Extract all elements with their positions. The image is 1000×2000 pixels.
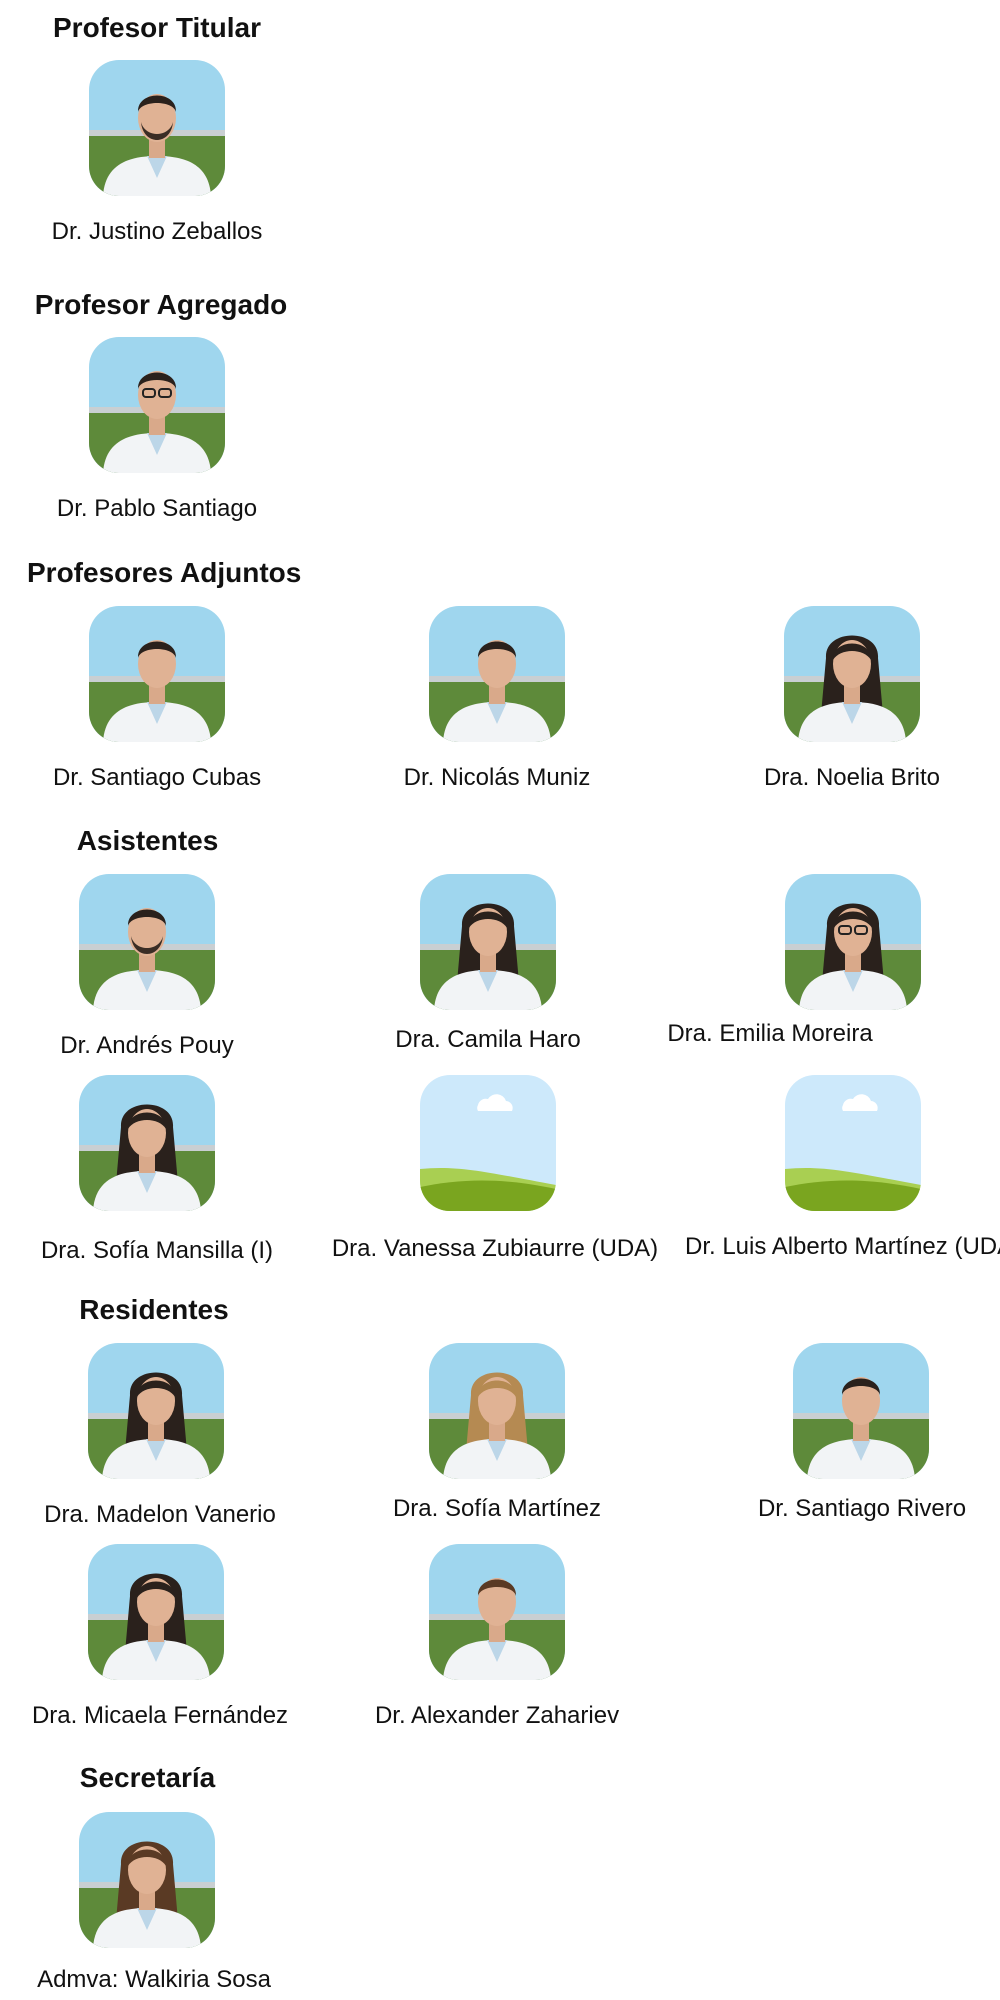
section-heading-asistentes: Asistentes xyxy=(76,825,219,856)
staff-photo xyxy=(79,1812,215,1948)
section-heading-profesor-titular: Profesor Titular xyxy=(53,12,261,43)
staff-name: Dr. Justino Zeballos xyxy=(51,218,263,245)
staff-photo-image xyxy=(79,874,215,1010)
staff-card: Dr. Nicolás Muniz xyxy=(404,606,590,791)
staff-photo-image xyxy=(420,874,556,1010)
staff-name: Dr. Alexander Zahariev xyxy=(374,1702,620,1729)
staff-name: Dra. Emilia Moreira xyxy=(667,1020,873,1047)
staff-photo-image xyxy=(79,1075,215,1211)
staff-card: Dr. Justino Zeballos xyxy=(52,60,262,245)
staff-photo xyxy=(785,874,921,1010)
staff-photo-image xyxy=(89,60,225,196)
staff-photo xyxy=(429,606,565,742)
staff-photo xyxy=(89,60,225,196)
staff-photo xyxy=(420,874,556,1010)
staff-name: Dr. Pablo Santiago xyxy=(56,495,258,522)
staff-photo xyxy=(785,1075,921,1211)
staff-photo-image xyxy=(88,1343,224,1479)
staff-photo-image xyxy=(793,1343,929,1479)
section-heading-profesor-agregado: Profesor Agregado xyxy=(34,289,288,320)
staff-card: Dra. Noelia Brito xyxy=(764,606,940,791)
staff-photo-image xyxy=(420,1075,556,1211)
staff-photo xyxy=(89,337,225,473)
staff-card: Dr. Santiago Rivero xyxy=(758,1343,966,1522)
staff-photo-image xyxy=(785,1075,921,1211)
staff-card: Dr. Santiago Cubas xyxy=(53,606,261,791)
staff-photo-image xyxy=(88,1544,224,1680)
staff-photo xyxy=(784,606,920,742)
staff-photo-image xyxy=(429,1343,565,1479)
staff-photo-image xyxy=(785,874,921,1010)
staff-card: Dra. Emilia Moreira xyxy=(667,874,921,1047)
staff-photo xyxy=(88,1343,224,1479)
staff-card: Dr. Luis Alberto Martínez (UDA) xyxy=(685,1075,1000,1260)
staff-card: Dra. Vanessa Zubiaurre (UDA) xyxy=(332,1075,658,1262)
staff-photo-image xyxy=(429,606,565,742)
staff-photo-image xyxy=(89,606,225,742)
staff-photo xyxy=(88,1544,224,1680)
section-heading-secretaria: Secretaría xyxy=(79,1762,216,1793)
section-heading-profesores-adjuntos: Profesores Adjuntos xyxy=(27,557,302,588)
staff-card: Admva: Walkiria Sosa xyxy=(37,1812,271,1993)
staff-card: Dr. Andrés Pouy xyxy=(60,874,234,1059)
staff-photo-image xyxy=(429,1544,565,1680)
staff-name: Dra. Noelia Brito xyxy=(763,764,941,791)
staff-card: Dra. Sofía Martínez xyxy=(393,1343,601,1522)
staff-photo xyxy=(79,874,215,1010)
staff-photo xyxy=(793,1343,929,1479)
staff-photo xyxy=(79,1075,215,1211)
staff-card: Dra. Madelon Vanerio xyxy=(44,1343,276,1528)
staff-name: Admva: Walkiria Sosa xyxy=(37,1966,271,1993)
staff-card: Dr. Pablo Santiago xyxy=(57,337,257,522)
staff-photo xyxy=(429,1544,565,1680)
staff-photo-image xyxy=(79,1812,215,1948)
staff-photo xyxy=(89,606,225,742)
staff-card: Dr. Alexander Zahariev xyxy=(375,1544,619,1729)
staff-photo xyxy=(429,1343,565,1479)
section-heading-residentes: Residentes xyxy=(79,1294,229,1325)
staff-photo-image xyxy=(89,337,225,473)
staff-name: Dr. Santiago Rivero xyxy=(757,1495,967,1522)
staff-name: Dr. Luis Alberto Martínez (UDA) xyxy=(685,1233,1000,1260)
staff-card: Dra. Camila Haro xyxy=(395,874,581,1053)
staff-photo-image xyxy=(784,606,920,742)
staff-photo xyxy=(420,1075,556,1211)
staff-card: Dra. Sofía Mansilla (I) xyxy=(41,1075,273,1264)
staff-card: Dra. Micaela Fernández xyxy=(32,1544,288,1729)
